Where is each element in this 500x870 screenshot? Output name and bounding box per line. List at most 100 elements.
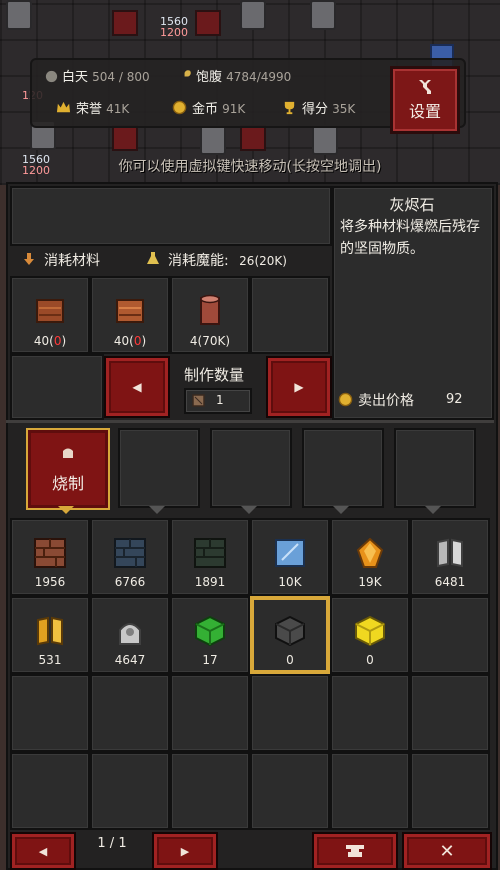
statue-icon <box>312 125 338 155</box>
silver-book-icon <box>437 538 463 568</box>
flask-icon <box>147 252 159 264</box>
item-count: 1956 <box>34 575 66 589</box>
material-slot[interactable]: 4(70K) <box>170 276 250 354</box>
tab-empty[interactable] <box>302 428 384 508</box>
amber-crystal-icon <box>356 538 384 568</box>
statue-icon <box>200 125 226 155</box>
inventory-slot-empty[interactable] <box>250 674 330 752</box>
tab-pointer <box>149 506 165 514</box>
trophy-icon <box>284 101 295 115</box>
settings-button[interactable]: 设置 <box>390 66 460 134</box>
statue-icon <box>240 0 266 30</box>
quantity-field[interactable]: 1 <box>184 388 252 414</box>
inventory-slot[interactable]: 10K <box>250 518 330 596</box>
inventory-slot-empty[interactable] <box>10 752 90 830</box>
movement-hint: 你可以使用虚拟键快速移动(长按空地调出) <box>118 159 382 175</box>
tab-label: 烧制 <box>51 474 84 493</box>
inventory-slot-empty[interactable] <box>330 752 410 830</box>
inventory-slot[interactable]: 19K <box>330 518 410 596</box>
coin-icon <box>338 392 353 407</box>
brown-brick-icon <box>34 538 66 568</box>
inventory-slot[interactable]: 1891 <box>170 518 250 596</box>
materials-label: 消耗材料 <box>44 253 100 269</box>
inventory-slot[interactable]: 0 <box>330 596 410 674</box>
increase-quantity-button[interactable]: ▶ <box>266 356 332 418</box>
arrow-left-icon: ◀ <box>38 844 48 858</box>
inventory-slot-empty[interactable] <box>410 596 490 674</box>
decrease-quantity-button[interactable]: ◀ <box>104 356 170 418</box>
inventory-slot-empty[interactable] <box>170 674 250 752</box>
settings-label: 设置 <box>408 102 441 121</box>
inventory-slot-empty[interactable] <box>250 752 330 830</box>
item-title: 灰烬石 <box>389 196 435 214</box>
inventory-slot-empty[interactable] <box>10 674 90 752</box>
inventory-slot[interactable]: 6481 <box>410 518 490 596</box>
red-statue-icon <box>240 125 266 151</box>
crown-icon <box>56 101 71 113</box>
material-count: 40(0) <box>33 334 67 348</box>
craft-button[interactable] <box>312 832 398 870</box>
tab-pointer <box>58 506 74 514</box>
prev-page-button[interactable]: ◀ <box>10 832 76 870</box>
gold-book-icon <box>37 616 63 646</box>
tab-empty[interactable] <box>210 428 292 508</box>
tab-empty[interactable] <box>118 428 200 508</box>
plank-icon <box>36 299 64 323</box>
inventory-slot-empty[interactable] <box>410 674 490 752</box>
wrench-icon <box>419 80 431 94</box>
ash-stone-icon <box>275 616 305 646</box>
tab-pointer <box>425 506 441 514</box>
green-cube-icon <box>195 616 225 646</box>
material-slot[interactable]: 40(0) <box>10 276 90 354</box>
red-statue-icon <box>112 125 138 151</box>
inventory-slot-empty[interactable] <box>170 752 250 830</box>
log-icon <box>200 294 220 325</box>
inventory-slot-empty[interactable] <box>410 752 490 830</box>
inventory-slot-empty[interactable] <box>90 752 170 830</box>
blue-brick-icon <box>114 538 146 568</box>
gold-stat: 金币 91K <box>192 102 246 117</box>
arrow-left-icon: ◀ <box>132 380 142 394</box>
plank-icon <box>116 299 144 323</box>
tab-firing[interactable]: 烧制 <box>26 428 110 510</box>
drumstick-icon <box>180 70 191 81</box>
material-count: 40(0) <box>113 334 147 348</box>
arrow-right-icon: ▶ <box>294 380 304 394</box>
unit-counter: 1560 1200 <box>160 15 188 39</box>
quantity-label: 制作数量 <box>184 366 245 384</box>
tab-empty[interactable] <box>394 428 476 508</box>
yellow-cube-icon <box>355 616 385 646</box>
item-count: 17 <box>202 653 218 667</box>
sell-price-label: 卖出价格 <box>358 393 414 409</box>
inventory-slot-selected[interactable]: 0 <box>250 596 330 674</box>
inventory-slot[interactable]: 531 <box>10 596 90 674</box>
inventory-slot[interactable]: 6766 <box>90 518 170 596</box>
item-count: 19K <box>358 575 382 589</box>
honor-stat: 荣誉 41K <box>76 102 130 117</box>
item-count: 6481 <box>434 575 466 589</box>
red-statue-icon <box>112 10 138 36</box>
score-stat: 得分 35K <box>302 102 356 117</box>
red-statue-icon <box>195 10 221 36</box>
item-count: 0 <box>286 653 294 667</box>
day-stat: 白天 504 / 800 <box>62 70 150 85</box>
inventory-slot-empty[interactable] <box>90 674 170 752</box>
inventory-slot[interactable]: 17 <box>170 596 250 674</box>
inventory-slot[interactable]: 1956 <box>10 518 90 596</box>
material-slot[interactable]: 40(0) <box>90 276 170 354</box>
material-count: 4(70K) <box>189 334 231 348</box>
kiln-icon <box>63 448 73 458</box>
inventory-slot-empty[interactable] <box>330 674 410 752</box>
tab-pointer <box>241 506 257 514</box>
anvil-icon <box>346 845 364 857</box>
next-page-button[interactable]: ▶ <box>152 832 218 870</box>
satiety-stat: 饱腹 4784/4990 <box>196 70 292 85</box>
glass-block-icon <box>275 539 305 567</box>
material-slot-empty[interactable] <box>250 276 330 354</box>
item-count: 6766 <box>114 575 146 589</box>
tab-pointer <box>333 506 349 514</box>
close-button[interactable]: ✕ <box>402 832 492 870</box>
close-icon: ✕ <box>439 840 455 862</box>
sell-price-value: 92 <box>446 392 463 407</box>
inventory-slot[interactable]: 4647 <box>90 596 170 674</box>
